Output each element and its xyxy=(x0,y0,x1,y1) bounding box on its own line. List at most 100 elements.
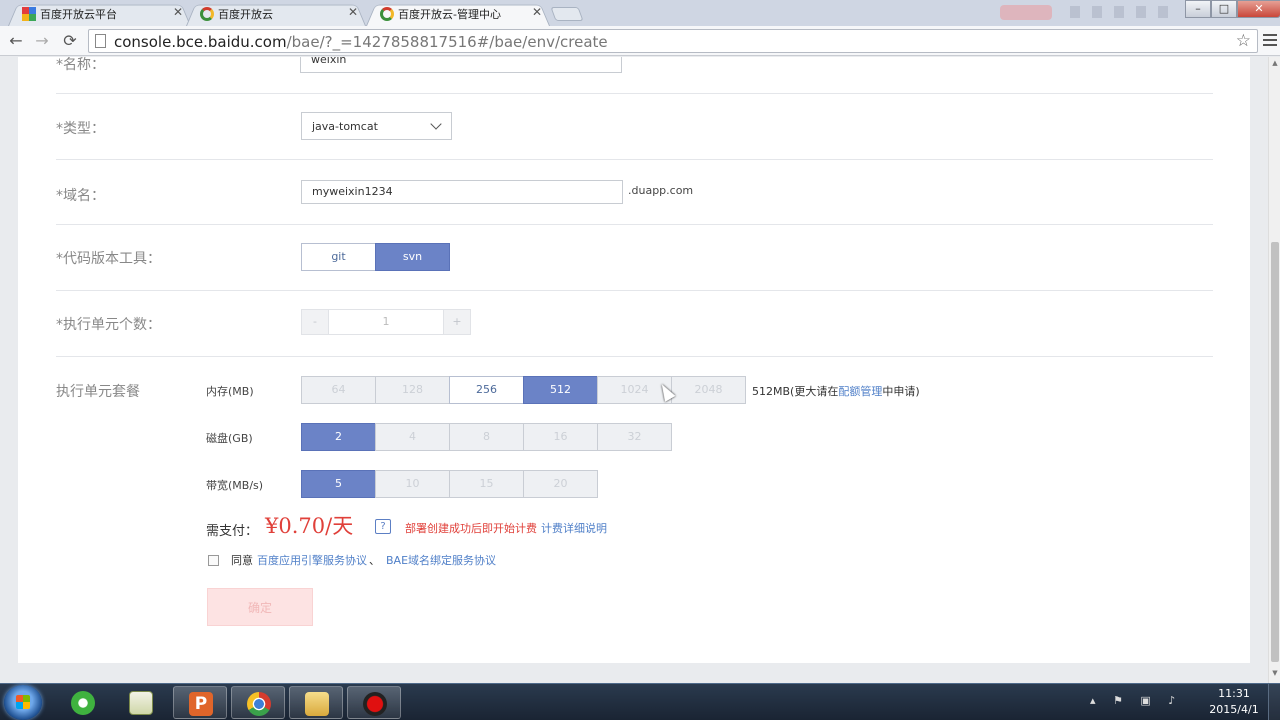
vcs-option-svn[interactable]: svn xyxy=(375,243,450,271)
name-input[interactable]: weixin xyxy=(300,57,622,73)
disk-options: 2 4 8 16 32 xyxy=(301,423,672,451)
increment-button[interactable]: + xyxy=(443,309,471,335)
close-tab-icon[interactable]: ✕ xyxy=(532,5,542,19)
name-label: *名称： xyxy=(56,57,105,73)
start-button[interactable] xyxy=(4,685,42,720)
help-icon[interactable]: ? xyxy=(375,519,391,534)
close-window-button[interactable]: ✕ xyxy=(1237,0,1280,18)
taskbar-app-powerpoint[interactable]: P xyxy=(173,686,227,719)
vcs-toggle: git svn xyxy=(301,243,450,271)
url-host: console.bce.baidu.com xyxy=(114,33,287,51)
type-label: *类型： xyxy=(56,121,105,137)
domain-suffix: .duapp.com xyxy=(628,184,694,197)
engine-service-agreement-link[interactable]: 百度应用引擎服务协议 xyxy=(257,552,367,568)
memory-option[interactable]: 256 xyxy=(449,376,524,404)
show-desktop-button[interactable] xyxy=(1268,684,1280,720)
bandwidth-option[interactable]: 10 xyxy=(375,470,450,498)
reload-icon[interactable]: ⟳ xyxy=(59,30,81,52)
clock-date: 2015/4/1 xyxy=(1209,703,1259,716)
page-scrollbar[interactable]: ▲ ▼ xyxy=(1268,57,1280,683)
minimize-button[interactable]: – xyxy=(1185,0,1211,18)
page-viewport: *名称： weixin *类型： java-tomcat *域名： myweix… xyxy=(0,57,1268,683)
system-clock[interactable]: 11:31 2015/4/1 xyxy=(1206,686,1262,718)
url-path: /bae/?_=1427858817516#/bae/env/create xyxy=(286,33,608,51)
domain-input[interactable]: myweixin1234 xyxy=(301,180,623,204)
memory-option[interactable]: 512 xyxy=(523,376,598,404)
type-select[interactable]: java-tomcat xyxy=(301,112,452,140)
price-value: ¥0.70/天 xyxy=(265,514,354,538)
disk-option[interactable]: 8 xyxy=(449,423,524,451)
units-row: *执行单元个数： xyxy=(56,291,1213,357)
memory-option[interactable]: 2048 xyxy=(671,376,746,404)
address-bar[interactable]: console.bce.baidu.com/bae/?_=14278588175… xyxy=(88,29,1258,53)
type-row: *类型： java-tomcat xyxy=(56,94,1213,160)
window-controls: – □ ✕ xyxy=(1185,0,1280,18)
taskbar-app-ie-refresh[interactable] xyxy=(56,686,110,719)
taskbar-app-chrome[interactable] xyxy=(231,686,285,719)
close-tab-icon[interactable]: ✕ xyxy=(348,5,358,19)
units-stepper: - 1 + xyxy=(301,309,471,335)
units-value[interactable]: 1 xyxy=(329,309,443,335)
chart-app-icon xyxy=(129,691,153,715)
menu-icon[interactable] xyxy=(1263,34,1277,46)
memory-option[interactable]: 128 xyxy=(375,376,450,404)
vcs-option-git[interactable]: git xyxy=(301,243,376,271)
bandwidth-option[interactable]: 5 xyxy=(301,470,376,498)
forward-arrow-icon[interactable]: → xyxy=(31,30,53,52)
domain-binding-agreement-link[interactable]: BAE域名绑定服务协议 xyxy=(386,552,496,568)
baidu-grid-icon xyxy=(22,7,36,21)
units-label: *执行单元个数： xyxy=(56,317,161,333)
agree-label: 同意 xyxy=(231,554,253,567)
explorer-folder-icon xyxy=(305,692,329,716)
url-text: console.bce.baidu.com/bae/?_=14278588175… xyxy=(114,33,608,51)
confirm-button[interactable]: 确定 xyxy=(207,588,313,626)
payment-label: 需支付： xyxy=(206,524,259,539)
agree-checkbox[interactable] xyxy=(208,554,219,566)
taskbar-app-chart[interactable] xyxy=(114,686,168,719)
scrollbar-thumb[interactable] xyxy=(1271,242,1279,662)
memory-option[interactable]: 64 xyxy=(301,376,376,404)
tab-baidu-open-cloud[interactable]: 百度开放云 ✕ xyxy=(186,2,366,26)
maximize-button[interactable]: □ xyxy=(1211,0,1237,18)
scroll-down-icon[interactable]: ▼ xyxy=(1271,669,1279,677)
taskbar-app-recorder[interactable] xyxy=(347,686,401,719)
agreement-row: 同意 百度应用引擎服务协议 、 BAE域名绑定服务协议 xyxy=(208,552,496,568)
tab-management-center[interactable]: 百度开放云-管理中心 ✕ xyxy=(366,2,550,26)
disk-option[interactable]: 2 xyxy=(301,423,376,451)
memory-label: 内存(MB) xyxy=(206,385,254,398)
scroll-up-icon[interactable]: ▲ xyxy=(1271,59,1279,67)
decrement-button[interactable]: - xyxy=(301,309,329,335)
record-icon xyxy=(363,692,387,716)
bandwidth-options: 5 10 15 20 xyxy=(301,470,598,498)
billing-warning-text: 部署创建成功后即开始计费 xyxy=(405,522,537,535)
bandwidth-option[interactable]: 20 xyxy=(523,470,598,498)
disk-option[interactable]: 16 xyxy=(523,423,598,451)
browser-tab-strip: 百度开放云平台 ✕ 百度开放云 ✕ 百度开放云-管理中心 ✕ – □ ✕ xyxy=(0,0,1280,26)
disk-option[interactable]: 32 xyxy=(597,423,672,451)
system-tray-icons[interactable]: ▴ ⚑ ▣ ♪ xyxy=(1090,694,1182,707)
domain-label: *域名： xyxy=(56,188,105,204)
disk-label: 磁盘(GB) xyxy=(206,432,253,445)
tab-baidu-open-cloud-platform[interactable]: 百度开放云平台 ✕ xyxy=(8,2,191,26)
bookmark-star-icon[interactable]: ☆ xyxy=(1236,31,1251,51)
type-select-value: java-tomcat xyxy=(312,120,378,133)
memory-note-suffix: 中申请) xyxy=(882,385,920,398)
billing-details-link[interactable]: 计费详细说明 xyxy=(541,522,607,535)
ie-refresh-icon xyxy=(71,691,95,715)
name-row: *名称： weixin xyxy=(56,57,1213,94)
chrome-ring-icon xyxy=(380,7,394,21)
back-arrow-icon[interactable]: ← xyxy=(5,30,27,52)
powerpoint-icon: P xyxy=(189,692,213,716)
chrome-icon xyxy=(247,692,271,716)
tab-label: 百度开放云-管理中心 xyxy=(398,8,501,21)
clock-time: 11:31 xyxy=(1218,687,1250,700)
create-environment-form: *名称： weixin *类型： java-tomcat *域名： myweix… xyxy=(18,57,1250,663)
domain-row: *域名： myweixin1234 .duapp.com xyxy=(56,160,1213,225)
quota-management-link[interactable]: 配额管理 xyxy=(838,385,882,398)
disk-option[interactable]: 4 xyxy=(375,423,450,451)
agreement-separator: 、 xyxy=(369,554,380,567)
close-tab-icon[interactable]: ✕ xyxy=(173,5,183,19)
new-tab-button[interactable] xyxy=(550,7,584,21)
bandwidth-option[interactable]: 15 xyxy=(449,470,524,498)
taskbar-app-explorer[interactable] xyxy=(289,686,343,719)
